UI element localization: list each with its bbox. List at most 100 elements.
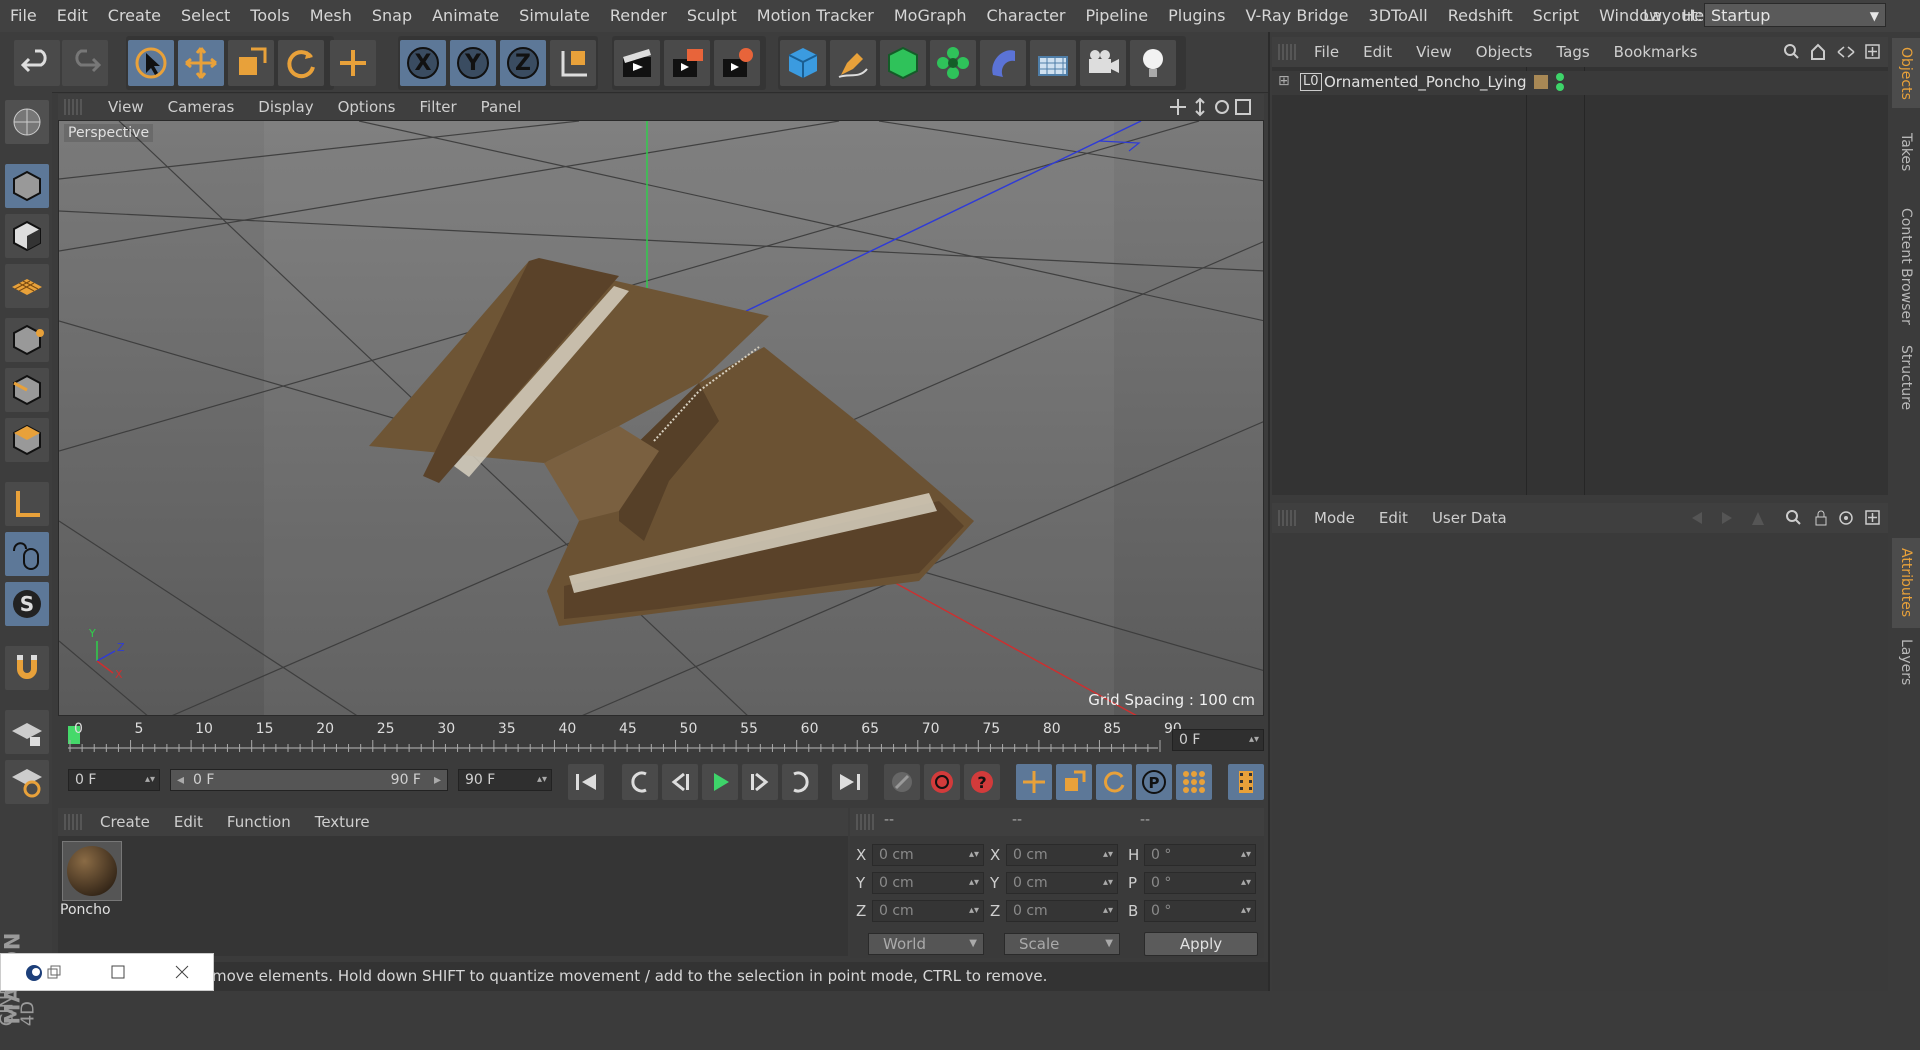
menu-script[interactable]: Script	[1523, 0, 1589, 32]
viewport-menu-filter[interactable]: Filter	[407, 98, 468, 116]
objects-menu-tags[interactable]: Tags	[1544, 43, 1601, 61]
size-z-field[interactable]: 0 cm ▴▾	[1006, 900, 1118, 922]
menu-3dtoall[interactable]: 3DToAll	[1359, 0, 1438, 32]
menu-tools[interactable]: Tools	[240, 0, 299, 32]
material-menu-function[interactable]: Function	[215, 813, 303, 831]
points-mode-button[interactable]	[5, 318, 49, 362]
object-manager-list[interactable]: ⊞ L0 Ornamented_Poncho_Lying	[1272, 67, 1888, 495]
workplane-mode-button[interactable]	[5, 264, 49, 308]
redo-button[interactable]	[62, 40, 108, 86]
floor-button[interactable]	[1030, 40, 1076, 86]
panel-grip[interactable]	[64, 814, 82, 830]
viewport-menu-view[interactable]: View	[96, 98, 156, 116]
rotation-b-field[interactable]: 0 ° ▴▾	[1144, 900, 1256, 922]
size-y-field[interactable]: 0 cm ▴▾	[1006, 872, 1118, 894]
z-axis-lock-button[interactable]: Z	[500, 40, 546, 86]
key-parameter-button[interactable]: P	[1136, 764, 1172, 800]
y-axis-lock-button[interactable]: Y	[450, 40, 496, 86]
material-manager-area[interactable]: Poncho	[58, 836, 848, 956]
solo-mode-button[interactable]: S	[5, 582, 49, 626]
material-menu-create[interactable]: Create	[88, 813, 162, 831]
coordinate-system-button[interactable]	[550, 40, 596, 86]
next-key-button[interactable]	[782, 764, 818, 800]
menu-render[interactable]: Render	[600, 0, 677, 32]
light-button[interactable]	[1130, 40, 1176, 86]
range-right-arrow-icon[interactable]: ▸	[434, 770, 441, 790]
editor-visibility-dot-icon[interactable]	[1556, 73, 1564, 81]
size-mode-dropdown[interactable]: Scale ▼	[1004, 933, 1120, 955]
objects-menu-bookmarks[interactable]: Bookmarks	[1602, 43, 1710, 61]
cloner-button[interactable]	[930, 40, 976, 86]
position-x-field[interactable]: 0 cm ▴▾	[872, 844, 984, 866]
material-menu-edit[interactable]: Edit	[162, 813, 215, 831]
next-frame-button[interactable]	[742, 764, 778, 800]
minimized-window-button[interactable]	[0, 953, 214, 991]
rotation-h-field[interactable]: 0 ° ▴▾	[1144, 844, 1256, 866]
objects-menu-view[interactable]: View	[1404, 43, 1464, 61]
render-settings-button[interactable]	[714, 40, 760, 86]
end-frame-field[interactable]: 90 F ▴▾	[458, 769, 552, 791]
timeline-window-button[interactable]	[1228, 764, 1264, 800]
panel-grip[interactable]	[64, 99, 84, 115]
object-row-poncho[interactable]: ⊞ L0 Ornamented_Poncho_Lying	[1272, 71, 1888, 95]
menu-animate[interactable]: Animate	[422, 0, 509, 32]
menu-motion-tracker[interactable]: Motion Tracker	[747, 0, 884, 32]
texture-mode-button[interactable]	[5, 214, 49, 258]
menu-mesh[interactable]: Mesh	[300, 0, 362, 32]
preview-range-slider[interactable]: ◂ 0 F 90 F ▸	[170, 769, 448, 791]
timeline-ruler[interactable]: 051015202530354045505560657075808590	[58, 720, 1264, 758]
tab-takes[interactable]: Takes	[1892, 114, 1920, 190]
cube-object-button[interactable]	[780, 40, 826, 86]
position-z-field[interactable]: 0 cm ▴▾	[872, 900, 984, 922]
render-picture-viewer-button[interactable]	[664, 40, 710, 86]
go-to-end-button[interactable]	[832, 764, 868, 800]
position-y-field[interactable]: 0 cm ▴▾	[872, 872, 984, 894]
key-position-button[interactable]	[1016, 764, 1052, 800]
attributes-menu-edit[interactable]: Edit	[1367, 509, 1420, 527]
snapping-button[interactable]	[5, 646, 49, 690]
play-forward-button[interactable]	[702, 764, 738, 800]
pen-spline-button[interactable]	[830, 40, 876, 86]
restore-window-icon[interactable]	[47, 965, 61, 979]
spin-arrows-icon[interactable]: ▴▾	[969, 873, 979, 893]
menu-character[interactable]: Character	[977, 0, 1076, 32]
spin-arrows-icon[interactable]: ▴▾	[537, 770, 547, 790]
menu-sculpt[interactable]: Sculpt	[677, 0, 747, 32]
make-editable-button[interactable]	[5, 100, 49, 144]
record-position-button[interactable]	[884, 764, 920, 800]
live-selection-button[interactable]	[128, 40, 174, 86]
current-frame-field[interactable]: 0 F ▴▾	[1172, 729, 1264, 751]
locked-workplane-button[interactable]	[5, 710, 49, 754]
spin-arrows-icon[interactable]: ▴▾	[145, 770, 155, 790]
menu-redshift[interactable]: Redshift	[1438, 0, 1523, 32]
menu-vray-bridge[interactable]: V-Ray Bridge	[1235, 0, 1358, 32]
menu-pipeline[interactable]: Pipeline	[1076, 0, 1159, 32]
perspective-viewport[interactable]: Y Z X Perspective Grid Spacing : 100 cm	[58, 120, 1264, 716]
objects-menu-edit[interactable]: Edit	[1351, 43, 1404, 61]
go-to-start-button[interactable]	[568, 764, 604, 800]
start-frame-field[interactable]: 0 F ▴▾	[68, 769, 160, 791]
deformer-button[interactable]	[980, 40, 1026, 86]
camera-button[interactable]	[1080, 40, 1126, 86]
planar-workplane-button[interactable]	[5, 760, 49, 804]
tab-objects[interactable]: Objects	[1892, 38, 1920, 108]
record-active-objects-button[interactable]	[924, 764, 960, 800]
panel-grip[interactable]	[1278, 510, 1296, 526]
polygons-mode-button[interactable]	[5, 418, 49, 462]
rotate-tool-button[interactable]	[278, 40, 324, 86]
viewport-nav-icons[interactable]	[1170, 97, 1254, 117]
material-thumbnail[interactable]	[62, 841, 122, 901]
attributes-menu-mode[interactable]: Mode	[1302, 509, 1367, 527]
subdivision-surface-button[interactable]	[880, 40, 926, 86]
menu-mograph[interactable]: MoGraph	[884, 0, 977, 32]
close-icon[interactable]	[175, 965, 189, 979]
edges-mode-button[interactable]	[5, 368, 49, 412]
rotation-p-field[interactable]: 0 ° ▴▾	[1144, 872, 1256, 894]
menu-plugins[interactable]: Plugins	[1158, 0, 1235, 32]
menu-create[interactable]: Create	[98, 0, 171, 32]
tab-structure[interactable]: Structure	[1892, 340, 1920, 416]
spin-arrows-icon[interactable]: ▴▾	[1103, 873, 1113, 893]
expand-plus-icon[interactable]: ⊞	[1278, 73, 1290, 89]
attribute-manager-area[interactable]	[1272, 533, 1888, 991]
layer-color-swatch[interactable]	[1534, 75, 1548, 89]
